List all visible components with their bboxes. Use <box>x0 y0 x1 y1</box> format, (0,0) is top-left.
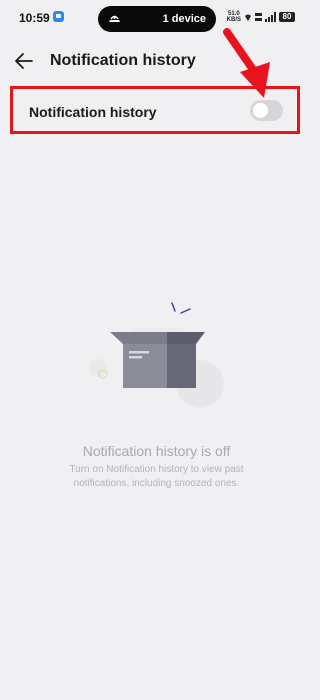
signal-strength-icon <box>265 12 276 22</box>
gallery-notification-icon <box>53 11 64 22</box>
network-speed: 51.0 KB/S <box>227 11 241 23</box>
5g-icon <box>255 13 262 21</box>
connected-devices-label: 1 device <box>162 13 206 25</box>
network-speed-unit: KB/S <box>226 17 241 23</box>
status-indicators: 51.0 KB/S 80 <box>227 11 295 23</box>
empty-box-illustration <box>89 302 224 408</box>
status-time: 10:59 <box>19 11 50 25</box>
wifi-icon <box>245 14 251 21</box>
empty-state-description: Turn on Notification history to view pas… <box>69 464 244 489</box>
dynamic-island[interactable]: 1 device <box>98 6 216 32</box>
battery-icon: 80 <box>279 12 295 22</box>
notification-history-toggle[interactable] <box>250 100 283 121</box>
cast-icon <box>109 15 120 22</box>
setting-label: Notification history <box>29 104 157 120</box>
page-title: Notification history <box>50 52 196 69</box>
toggle-knob <box>253 103 268 118</box>
empty-state-title: Notification history is off <box>82 443 231 459</box>
back-arrow-icon[interactable] <box>12 49 36 73</box>
annotation-arrow-icon <box>223 28 270 98</box>
